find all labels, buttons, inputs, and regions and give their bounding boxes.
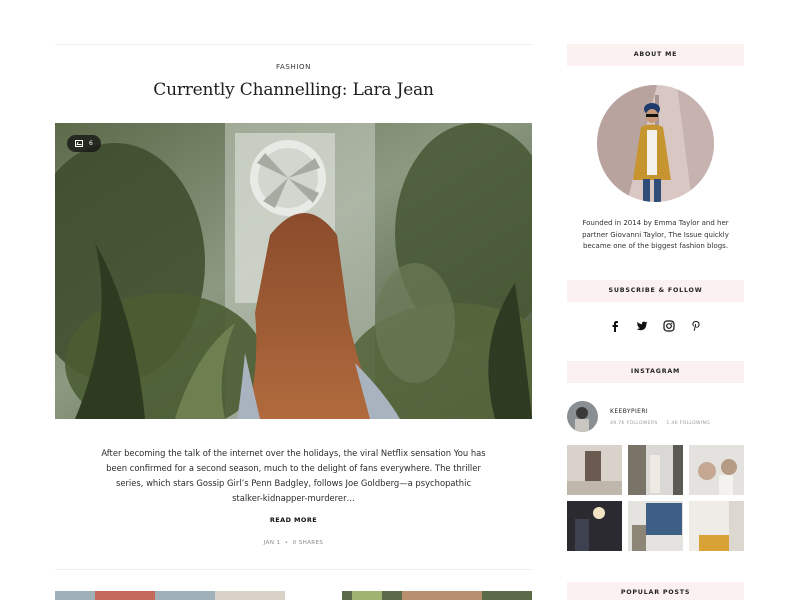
instagram-photo[interactable] [628,445,683,495]
divider [55,44,532,45]
post-meta: JAN 1 • 0 SHARES [55,540,532,546]
pinterest-icon[interactable] [690,320,702,332]
avatar [597,85,714,202]
meta-separator: • [284,540,289,546]
gallery-count: 6 [89,140,93,147]
widget-title-popular-posts: POPULAR POSTS [567,582,744,600]
divider [55,569,532,570]
next-post-thumbnail[interactable] [342,588,532,600]
next-post-thumbnail[interactable] [55,588,285,600]
instagram-followers: 49.7K FOLLOWERS [610,421,658,426]
instagram-avatar[interactable] [567,401,598,432]
facebook-icon[interactable] [609,320,621,332]
instagram-grid [567,445,744,551]
post-category[interactable]: FASHION [55,63,532,71]
instagram-following: 1.4K FOLLOWING [666,421,711,426]
instagram-photo[interactable] [567,501,622,551]
instagram-photo[interactable] [689,445,744,495]
social-icons [567,320,744,332]
gallery-badge[interactable]: 6 [67,135,101,152]
twitter-icon[interactable] [636,320,648,332]
instagram-icon[interactable] [663,320,675,332]
post-featured-image[interactable]: 6 [55,123,532,419]
about-text: Founded in 2014 by Emma Taylor and her p… [582,219,729,251]
instagram-photo[interactable] [628,501,683,551]
read-more-link[interactable]: READ MORE [55,516,532,524]
instagram-stats: 49.7K FOLLOWERS 1.4K FOLLOWING [610,421,710,426]
instagram-username[interactable]: KEEBYPIERI [610,408,648,415]
post-date: JAN 1 [263,540,281,546]
widget-title-subscribe: SUBSCRIBE & FOLLOW [567,280,744,302]
widget-title-about: ABOUT ME [567,44,744,66]
instagram-photo[interactable] [567,445,622,495]
widget-title-instagram: INSTAGRAM [567,361,744,383]
instagram-profile[interactable]: KEEBYPIERI 49.7K FOLLOWERS 1.4K FOLLOWIN… [567,401,744,433]
post-shares[interactable]: 0 SHARES [293,540,324,546]
post-excerpt: After becoming the talk of the internet … [101,448,486,503]
post-title[interactable]: Currently Channelling: Lara Jean [55,80,532,100]
gallery-icon [75,140,83,147]
instagram-photo[interactable] [689,501,744,551]
